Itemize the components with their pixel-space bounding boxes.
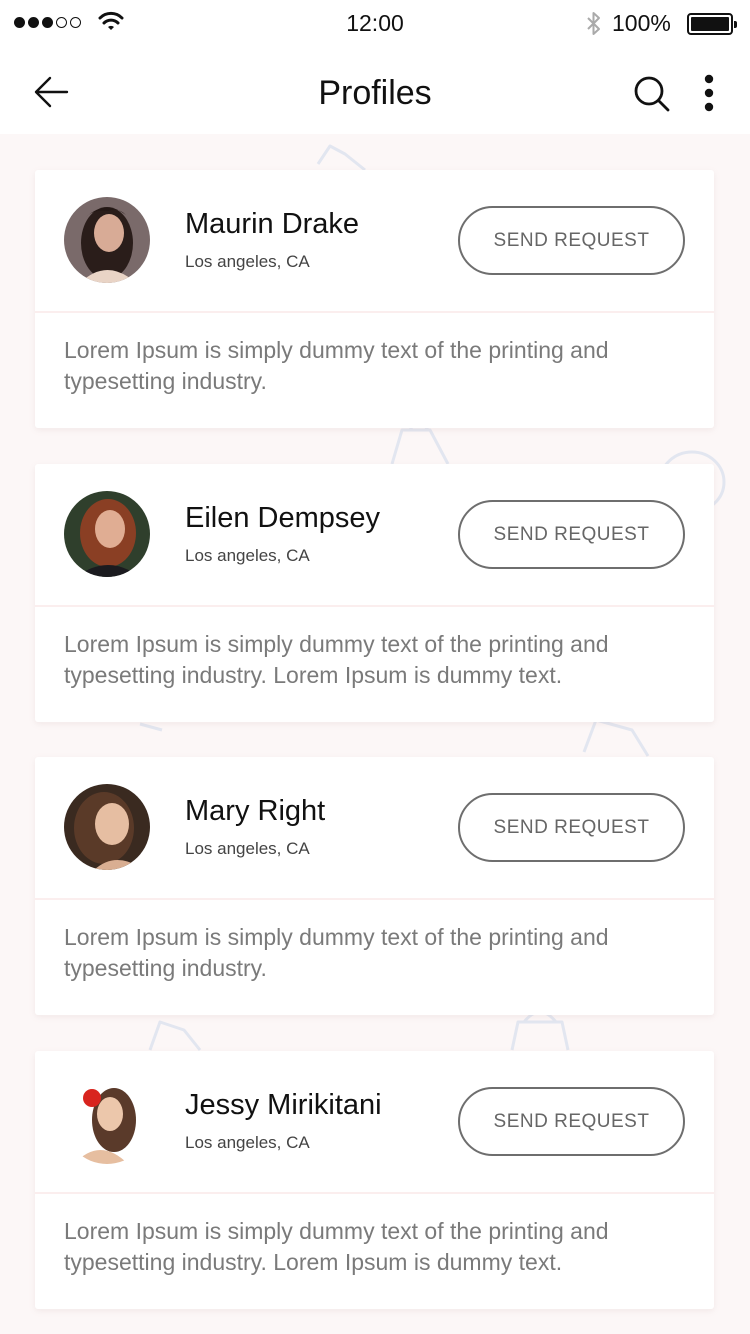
- avatar[interactable]: [64, 197, 150, 283]
- send-request-button[interactable]: SEND REQUEST: [458, 500, 685, 569]
- profile-description: Lorem Ipsum is simply dummy text of the …: [64, 631, 609, 688]
- battery-nub: [734, 21, 737, 28]
- profile-location: Los angeles, CA: [185, 252, 310, 271]
- profile-name: Eilen Dempsey: [185, 502, 381, 534]
- profile-card: Jessy Mirikitani Los angeles, CA SEND RE…: [35, 1051, 714, 1309]
- bluetooth-icon: [587, 12, 600, 35]
- profile-location: Los angeles, CA: [185, 546, 310, 565]
- profile-card-header: Eilen Dempsey Los angeles, CA SEND REQUE…: [35, 464, 714, 607]
- app-bar: Profiles: [0, 48, 750, 134]
- profile-name: Mary Right: [185, 795, 326, 827]
- more-vertical-icon[interactable]: [700, 74, 718, 114]
- avatar[interactable]: [64, 784, 150, 870]
- battery-icon: [687, 13, 737, 35]
- profile-description: Lorem Ipsum is simply dummy text of the …: [64, 1218, 609, 1275]
- avatar-image: [64, 491, 150, 577]
- profile-card: Eilen Dempsey Los angeles, CA SEND REQUE…: [35, 464, 714, 722]
- search-icon[interactable]: [633, 75, 671, 113]
- avatar[interactable]: [64, 1078, 150, 1164]
- profile-location: Los angeles, CA: [185, 1133, 310, 1152]
- profile-name: Jessy Mirikitani: [185, 1089, 382, 1121]
- battery-fill: [691, 17, 729, 31]
- status-bar: 12:00 100%: [0, 0, 750, 48]
- avatar-image: [64, 1078, 150, 1164]
- profile-location: Los angeles, CA: [185, 839, 310, 858]
- avatar[interactable]: [64, 491, 150, 577]
- avatar-image: [64, 784, 150, 870]
- send-request-button[interactable]: SEND REQUEST: [458, 793, 685, 862]
- battery-percent: 100%: [612, 10, 671, 36]
- profile-card: Mary Right Los angeles, CA SEND REQUEST …: [35, 757, 714, 1015]
- back-arrow-icon[interactable]: [33, 75, 69, 109]
- send-request-button[interactable]: SEND REQUEST: [458, 1087, 685, 1156]
- avatar-image: [64, 197, 150, 283]
- send-request-button[interactable]: SEND REQUEST: [458, 206, 685, 275]
- profile-description: Lorem Ipsum is simply dummy text of the …: [64, 337, 609, 394]
- profile-card: Maurin Drake Los angeles, CA SEND REQUES…: [35, 170, 714, 428]
- profile-description: Lorem Ipsum is simply dummy text of the …: [64, 924, 609, 981]
- profile-card-header: Mary Right Los angeles, CA SEND REQUEST: [35, 757, 714, 900]
- profile-name: Maurin Drake: [185, 208, 360, 240]
- profile-card-header: Maurin Drake Los angeles, CA SEND REQUES…: [35, 170, 714, 313]
- profile-card-header: Jessy Mirikitani Los angeles, CA SEND RE…: [35, 1051, 714, 1194]
